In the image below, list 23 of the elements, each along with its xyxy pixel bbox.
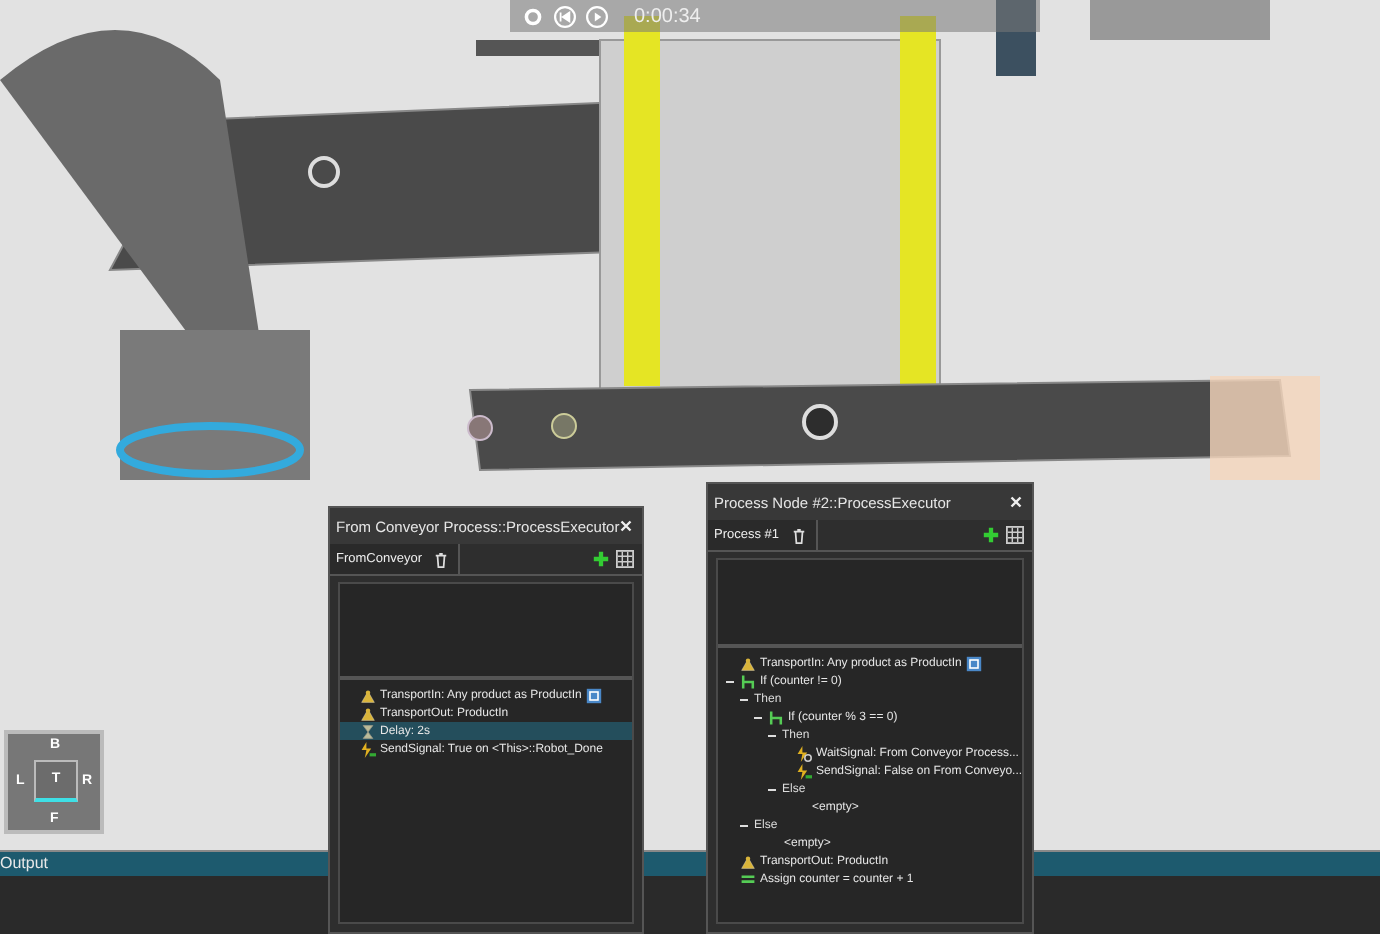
- hourglass-icon: [360, 723, 376, 739]
- trash-icon[interactable]: [791, 527, 806, 543]
- product-icon[interactable]: [585, 687, 602, 703]
- add-icon[interactable]: [592, 550, 610, 568]
- branch-icon: [740, 673, 756, 689]
- branch-icon: [768, 709, 784, 725]
- transport-icon: [740, 853, 756, 869]
- signal-icon: [796, 763, 812, 779]
- playback-time: 0:00:34: [634, 5, 701, 27]
- add-icon[interactable]: [982, 526, 1000, 544]
- signal-icon: [360, 741, 376, 757]
- assign-icon: [740, 871, 756, 887]
- close-icon[interactable]: [1010, 496, 1022, 508]
- collapse-icon[interactable]: [766, 783, 778, 795]
- wait-signal-icon: [796, 745, 812, 761]
- close-icon[interactable]: [620, 520, 632, 532]
- trash-icon[interactable]: [433, 551, 448, 567]
- grid-icon[interactable]: [1006, 526, 1024, 544]
- transport-icon: [740, 655, 756, 671]
- grid-icon[interactable]: [616, 550, 634, 568]
- product-icon[interactable]: [965, 655, 982, 671]
- collapse-icon[interactable]: [738, 819, 750, 831]
- output-label: Output: [0, 854, 49, 872]
